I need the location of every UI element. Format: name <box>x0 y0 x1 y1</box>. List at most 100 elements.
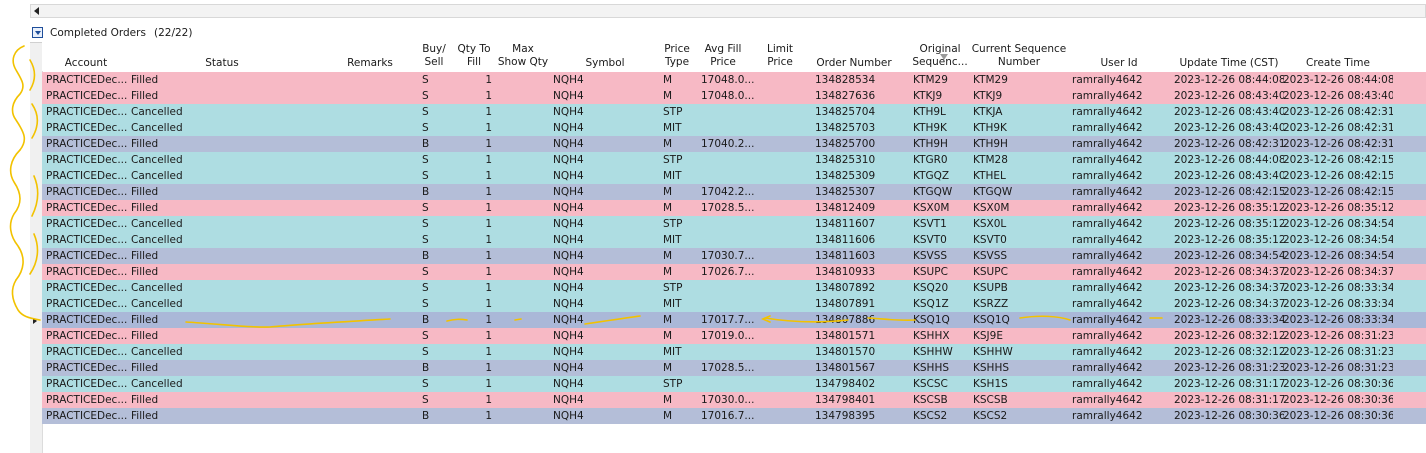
horizontal-scrollbar[interactable] <box>30 4 1426 18</box>
original-sequence-cell: KTH9L <box>913 106 946 118</box>
col-header-qty-line1: Qty To <box>457 43 491 55</box>
symbol-cell: NQH4 <box>553 218 584 230</box>
collapse-toggle-icon[interactable] <box>32 27 43 38</box>
avg-fill-price-cell: 17030.0... <box>701 394 755 406</box>
col-header-buy-sell[interactable]: Buy/ Sell <box>417 43 451 69</box>
user-id-cell: ramrally4642 <box>1072 234 1143 246</box>
col-header-max-show-qty[interactable]: Max Show Qty <box>497 43 549 69</box>
status-cell: Filled <box>131 138 159 150</box>
side-cell: S <box>422 282 429 294</box>
col-header-avg-fill-price[interactable]: Avg Fill Price <box>700 43 746 69</box>
user-id-cell: ramrally4642 <box>1072 154 1143 166</box>
qty-to-fill-cell: 1 <box>485 170 492 182</box>
col-header-original-sequence[interactable]: Original Sequenc... <box>908 43 972 69</box>
table-row[interactable]: PRACTICEDec... Cancelled S 1 NQH4 MIT 13480157… <box>42 344 1426 360</box>
table-row[interactable]: PRACTICEDec... Cancelled S 1 NQH4 STP 13480789… <box>42 280 1426 296</box>
table-row[interactable]: PRACTICEDec... Cancelled S 1 NQH4 MIT 13482570… <box>42 120 1426 136</box>
col-header-remarks[interactable]: Remarks <box>340 57 400 70</box>
update-time-cell: 2023-12-26 08:42:15 <box>1174 186 1284 198</box>
status-cell: Filled <box>131 410 159 422</box>
current-sequence-cell: KTH9K <box>973 122 1007 134</box>
scroll-left-arrow-icon[interactable] <box>34 7 39 15</box>
current-sequence-cell: KSUPC <box>973 266 1008 278</box>
order-number-cell: 134827636 <box>815 90 876 102</box>
side-cell: S <box>422 90 429 102</box>
original-sequence-cell: KSQ1Z <box>913 298 949 310</box>
create-time-cell: 2023-12-26 08:33:34 <box>1283 298 1393 310</box>
table-row[interactable]: PRACTICEDec... Filled B 1 NQH4 M 17016.7... 134… <box>42 408 1426 424</box>
table-row[interactable]: PRACTICEDec... Cancelled S 1 NQH4 STP 13481160… <box>42 216 1426 232</box>
table-row[interactable]: PRACTICEDec... Cancelled S 1 NQH4 MIT 13480789… <box>42 296 1426 312</box>
order-number-cell: 134798402 <box>815 378 876 390</box>
create-time-cell: 2023-12-26 08:42:15 <box>1283 186 1393 198</box>
col-header-qty-to-fill[interactable]: Qty To Fill <box>456 43 492 69</box>
col-header-limit-price[interactable]: Limit Price <box>762 43 798 69</box>
col-header-account[interactable]: Account <box>62 57 110 70</box>
table-row[interactable]: PRACTICEDec... Cancelled S 1 NQH4 STP 13482570… <box>42 104 1426 120</box>
order-number-cell: 134825704 <box>815 106 876 118</box>
current-sequence-cell: KSJ9E <box>973 330 1003 342</box>
col-header-user-id[interactable]: User Id <box>1094 57 1144 70</box>
user-id-cell: ramrally4642 <box>1072 250 1143 262</box>
order-number-cell: 134825309 <box>815 170 876 182</box>
table-row[interactable]: PRACTICEDec... Cancelled S 1 NQH4 STP 13482531… <box>42 152 1426 168</box>
current-sequence-cell: KSRZZ <box>973 298 1009 310</box>
qty-to-fill-cell: 1 <box>485 234 492 246</box>
update-time-cell: 2023-12-26 08:43:40 <box>1174 106 1284 118</box>
col-header-current-sequence[interactable]: Current Sequence Number <box>968 43 1070 69</box>
symbol-cell: NQH4 <box>553 362 584 374</box>
original-sequence-cell: KSHHX <box>913 330 950 342</box>
table-row[interactable]: PRACTICEDec... Cancelled S 1 NQH4 MIT 13481160… <box>42 232 1426 248</box>
table-row[interactable]: PRACTICEDec... Filled S 1 NQH4 M 17019.0... 134… <box>42 328 1426 344</box>
col-header-update-time[interactable]: Update Time (CST) <box>1174 57 1284 70</box>
table-row[interactable]: PRACTICEDec... Filled S 1 NQH4 M 17026.7... 134… <box>42 264 1426 280</box>
table-row[interactable]: PRACTICEDec... Cancelled S 1 NQH4 STP 13479840… <box>42 376 1426 392</box>
avg-fill-price-cell <box>701 280 765 296</box>
current-sequence-cell: KSCSB <box>973 394 1008 406</box>
table-row[interactable]: PRACTICEDec... Filled B 1 NQH4 M 17030.7... 134… <box>42 248 1426 264</box>
table-row[interactable]: PRACTICEDec... Filled S 1 NQH4 M 17028.5... 134… <box>42 200 1426 216</box>
price-type-cell: STP <box>663 218 683 230</box>
avg-fill-price-cell: 17019.0... <box>701 330 755 342</box>
col-header-create-time[interactable]: Create Time <box>1296 57 1380 70</box>
side-cell: S <box>422 378 429 390</box>
col-header-price-type[interactable]: Price Type <box>660 43 694 69</box>
table-row[interactable]: PRACTICEDec... Filled B 1 NQH4 M 17028.5... 134… <box>42 360 1426 376</box>
original-sequence-cell: KTH9H <box>913 138 948 150</box>
update-time-cell: 2023-12-26 08:35:12 <box>1174 218 1284 230</box>
update-time-cell: 2023-12-26 08:43:40 <box>1174 170 1284 182</box>
account-cell: PRACTICEDec... <box>46 282 128 294</box>
status-cell: Filled <box>131 90 159 102</box>
side-cell: S <box>422 330 429 342</box>
avg-fill-price-cell <box>701 344 765 360</box>
current-sequence-cell: KTKJ9 <box>973 90 1003 102</box>
col-header-status[interactable]: Status <box>192 57 252 70</box>
account-cell: PRACTICEDec... <box>46 170 128 182</box>
price-type-cell: M <box>663 186 673 198</box>
status-cell: Cancelled <box>131 154 183 166</box>
original-sequence-cell: KSHHW <box>913 346 953 358</box>
account-cell: PRACTICEDec... <box>46 106 128 118</box>
table-row[interactable]: PRACTICEDec... Filled B 1 NQH4 M 17042.2... 134… <box>42 184 1426 200</box>
table-row[interactable]: PRACTICEDec... Filled S 1 NQH4 M 17030.0... 134… <box>42 392 1426 408</box>
user-id-cell: ramrally4642 <box>1072 346 1143 358</box>
table-row[interactable]: PRACTICEDec... Filled S 1 NQH4 M 17048.0... 134… <box>42 88 1426 104</box>
col-header-order-number[interactable]: Order Number <box>814 57 894 70</box>
table-row[interactable]: PRACTICEDec... Filled B 1 NQH4 M 17040.2... 134… <box>42 136 1426 152</box>
account-cell: PRACTICEDec... <box>46 74 128 86</box>
order-number-cell: 134801570 <box>815 346 876 358</box>
update-time-cell: 2023-12-26 08:44:08 <box>1174 74 1284 86</box>
table-row[interactable]: PRACTICEDec... Filled S 1 NQH4 M 17048.0... 134… <box>42 72 1426 88</box>
symbol-cell: NQH4 <box>553 170 584 182</box>
table-row[interactable]: PRACTICEDec... Filled B 1 NQH4 M 17017.7... 134… <box>42 312 1426 328</box>
qty-to-fill-cell: 1 <box>485 362 492 374</box>
price-type-cell: M <box>663 138 673 150</box>
create-time-cell: 2023-12-26 08:42:31 <box>1283 106 1393 118</box>
create-time-cell: 2023-12-26 08:30:36 <box>1283 394 1393 406</box>
qty-to-fill-cell: 1 <box>485 394 492 406</box>
order-number-cell: 134825700 <box>815 138 876 150</box>
table-row[interactable]: PRACTICEDec... Cancelled S 1 NQH4 MIT 13482530… <box>42 168 1426 184</box>
col-header-symbol[interactable]: Symbol <box>582 57 628 70</box>
qty-to-fill-cell: 1 <box>485 90 492 102</box>
avg-fill-price-cell: 17048.0... <box>701 74 755 86</box>
